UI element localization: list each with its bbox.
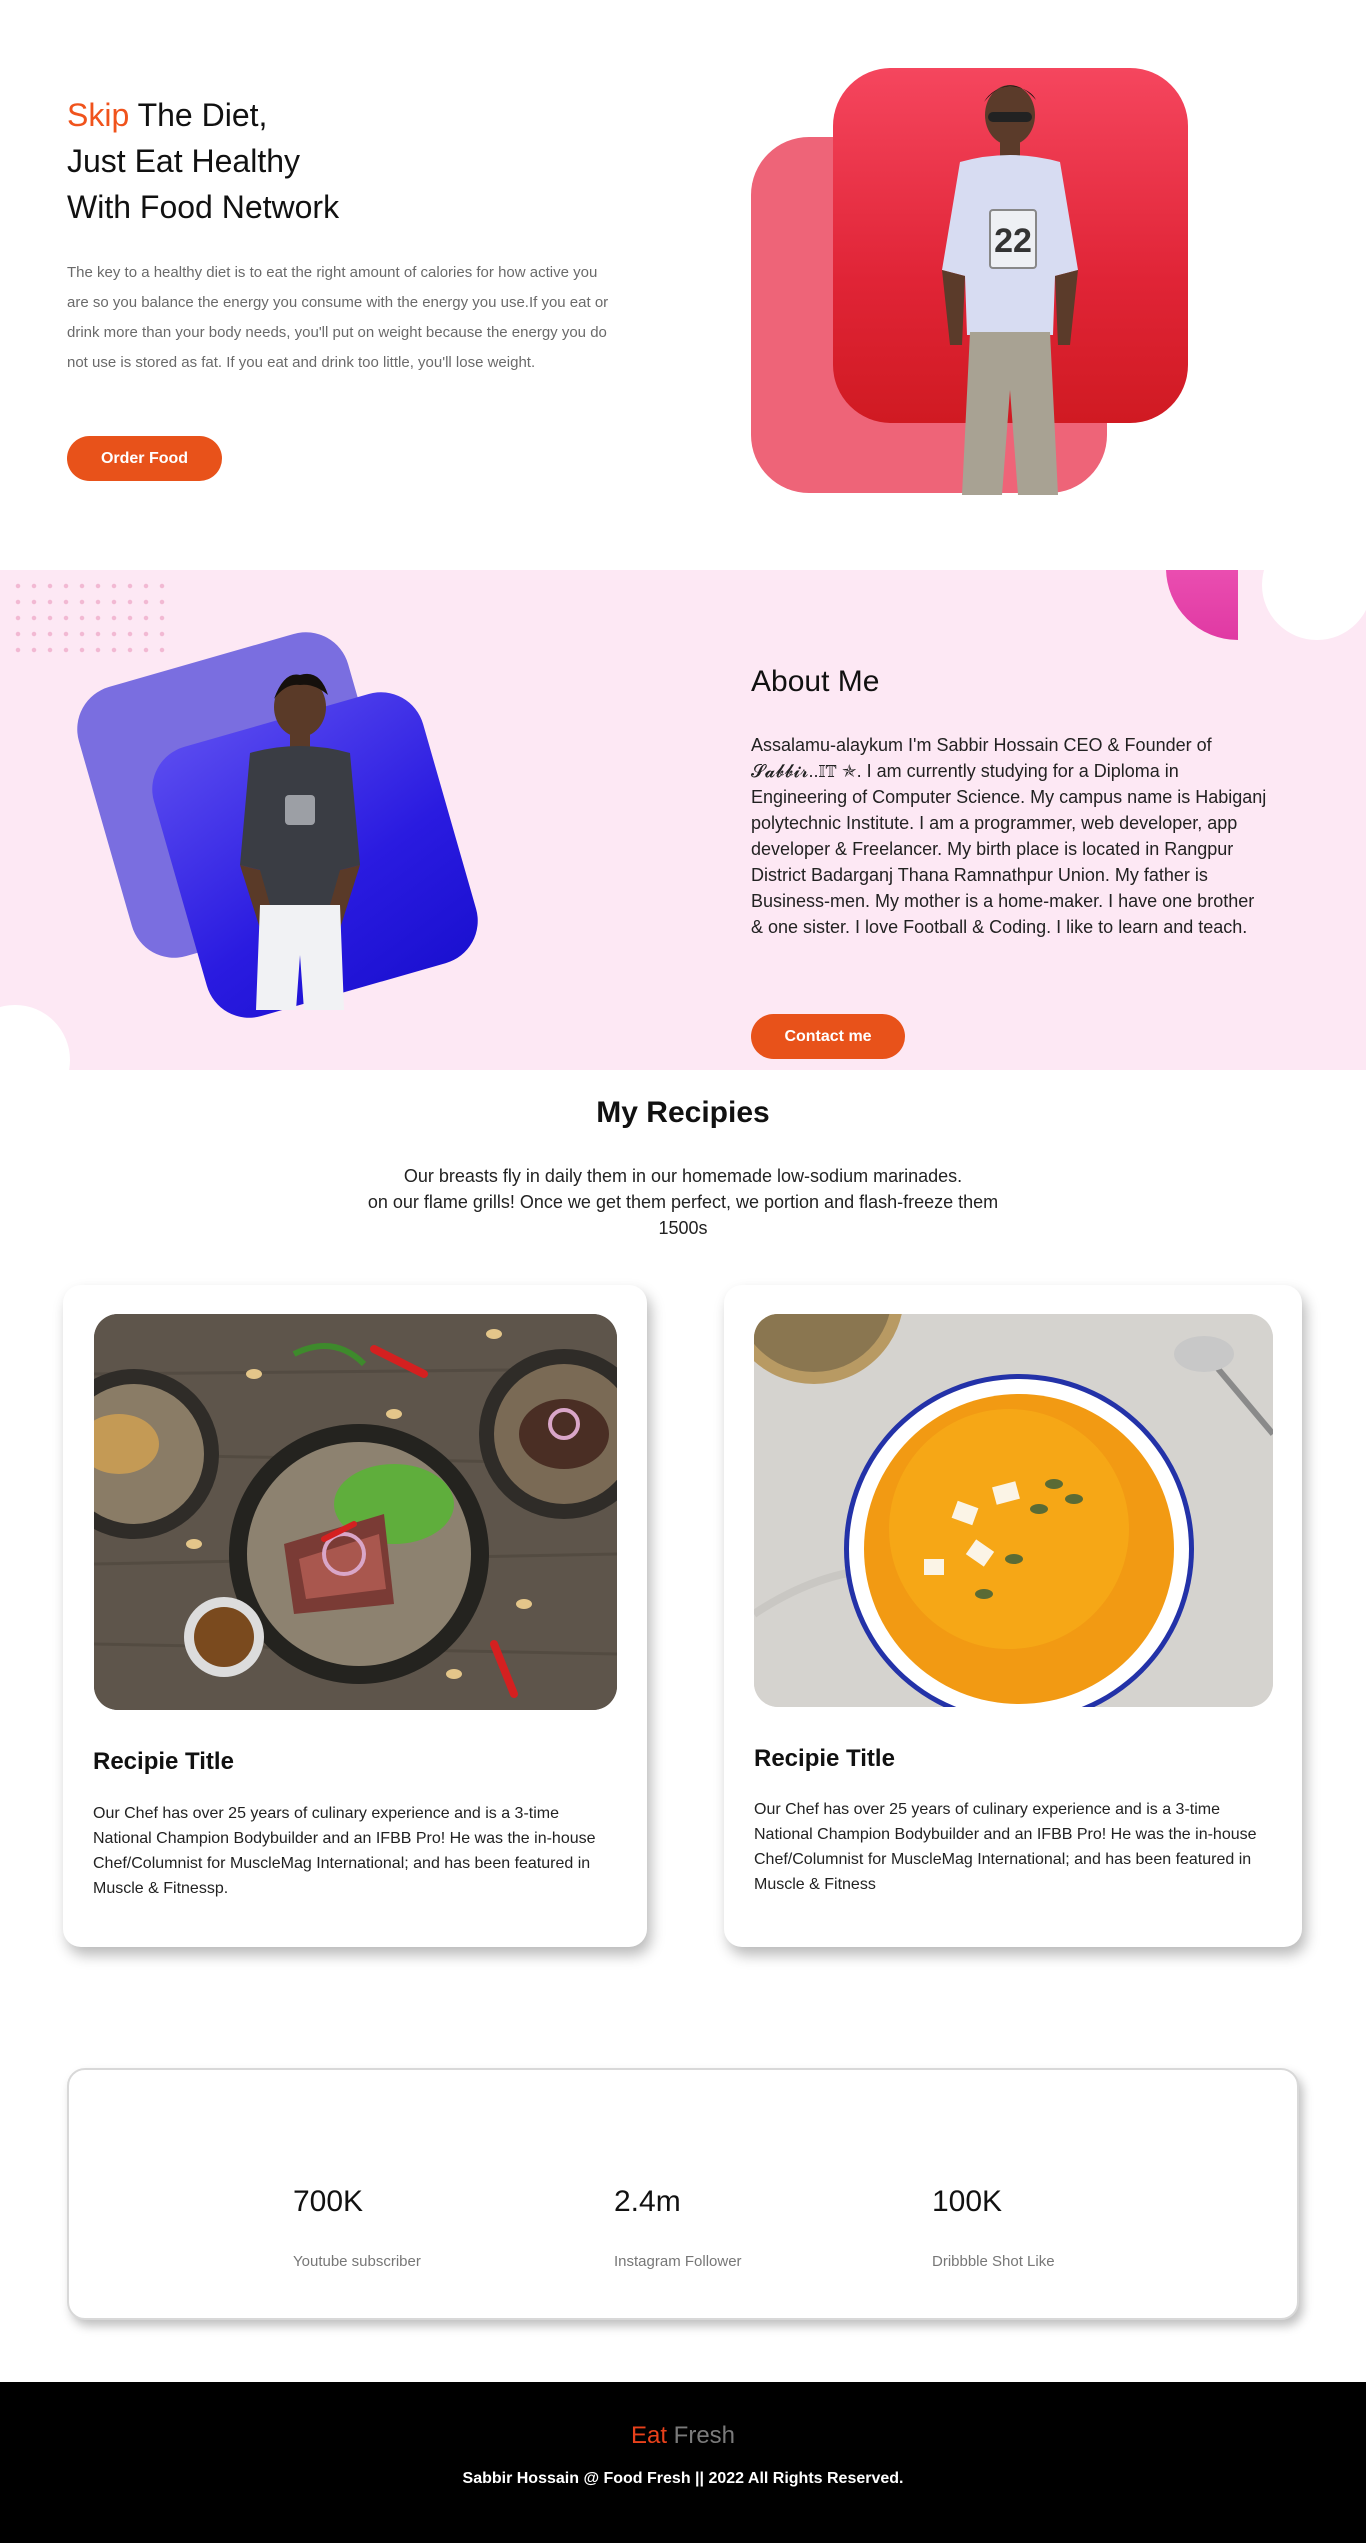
hero-section: Skip The Diet, Just Eat Healthy With Foo…	[0, 0, 1366, 570]
stat-value: 2.4m	[614, 2185, 681, 2218]
pink-decor-shape	[1166, 570, 1238, 640]
brand-fresh: Fresh	[667, 2422, 736, 2449]
contact-me-button[interactable]: Contact me	[751, 1014, 905, 1059]
recipe-image-steak	[94, 1314, 617, 1710]
white-decor-circle	[1262, 570, 1366, 640]
recipe-card: Recipie Title Our Chef has over 25 years…	[63, 1285, 647, 1947]
about-description: Assalamu-alaykum I'm Sabbir Hossain CEO …	[751, 735, 1267, 937]
hero-title-line2: Just Eat Healthy	[67, 143, 300, 179]
stat-value: 700K	[293, 2185, 364, 2218]
footer-brand-logo: Eat Fresh	[0, 2422, 1366, 2450]
dot-pattern	[10, 578, 170, 658]
recipe-image-soup	[754, 1314, 1273, 1707]
about-title: About Me	[751, 665, 880, 698]
hero-title-line1: The Diet,	[129, 97, 268, 133]
about-person-image	[240, 673, 360, 1010]
svg-text:22: 22	[994, 222, 1032, 260]
brand-eat: Eat	[630, 2422, 667, 2449]
recipes-title: My Recipies	[596, 1096, 770, 1129]
stat-label: Youtube subscriber	[293, 2253, 421, 2270]
white-decor-circle-bottom	[0, 1005, 70, 1070]
recipe-title: Recipie Title	[93, 1748, 234, 1775]
recipe-title: Recipie Title	[754, 1745, 895, 1772]
stat-value: 100K	[932, 2185, 1003, 2218]
stats-section: 700K Youtube subscriber 2.4m Instagram F…	[67, 2068, 1299, 2320]
recipes-desc-line1: Our breasts fly in daily them in our hom…	[403, 1166, 963, 1186]
recipe-description: Our Chef has over 25 years of culinary e…	[754, 1801, 1257, 1893]
about-section: About Me Assalamu-alaykum I'm Sabbir Hos…	[0, 570, 1366, 1070]
recipe-description: Our Chef has over 25 years of culinary e…	[93, 1805, 596, 1897]
hero-title: Skip The Diet, Just Eat Healthy With Foo…	[67, 92, 627, 230]
footer: Eat Fresh Sabbir Hossain @ Food Fresh ||…	[0, 2382, 1366, 2543]
copyright-text: Sabbir Hossain @ Food Fresh || 2022 All …	[462, 2470, 904, 2487]
hero-description: The key to a healthy diet is to eat the …	[67, 264, 609, 371]
recipe-card: Recipie Title Our Chef has over 25 years…	[724, 1285, 1302, 1947]
order-food-button[interactable]: Order Food	[67, 436, 222, 481]
stat-dribbble: 100K Dribbble Shot Like	[932, 2185, 1055, 2270]
stat-label: Dribbble Shot Like	[932, 2253, 1055, 2270]
recipes-desc-line3: 1500s	[658, 1218, 708, 1238]
hero-title-accent: Skip	[67, 97, 130, 133]
stat-youtube: 700K Youtube subscriber	[293, 2185, 421, 2270]
hero-title-line3: With Food Network	[67, 189, 340, 225]
stat-label: Instagram Follower	[614, 2253, 742, 2270]
stat-instagram: 2.4m Instagram Follower	[614, 2185, 742, 2270]
hero-person-image: 22	[942, 85, 1078, 495]
recipes-description: Our breasts fly in daily them in our hom…	[320, 1163, 1046, 1241]
recipes-desc-line2: on our flame grills! Once we get them pe…	[367, 1192, 999, 1212]
